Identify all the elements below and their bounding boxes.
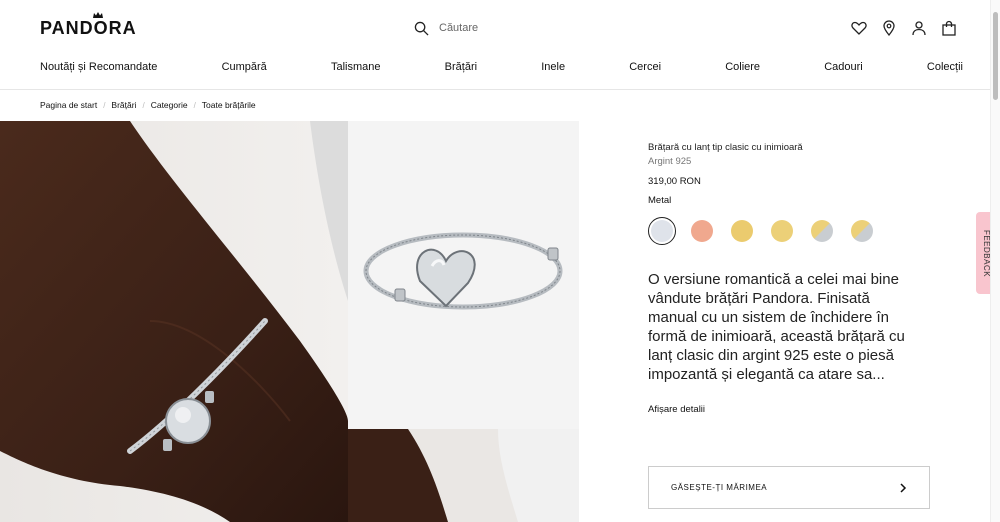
metal-swatch-color bbox=[771, 220, 793, 242]
show-details-link[interactable]: Afișare detalii bbox=[648, 404, 705, 415]
metal-swatch-color bbox=[811, 220, 833, 242]
nav-divider bbox=[0, 89, 990, 90]
site-header: PANDORA Căutare bbox=[0, 0, 990, 58]
nav-item[interactable]: Talismane bbox=[331, 58, 381, 90]
metal-swatch[interactable] bbox=[808, 217, 836, 245]
pandora-logo[interactable]: PANDORA bbox=[40, 18, 137, 39]
breadcrumb-item[interactable]: Pagina de start bbox=[40, 100, 97, 110]
nav-item[interactable]: Cercei bbox=[629, 58, 661, 90]
nav-item[interactable]: Inele bbox=[541, 58, 565, 90]
nav-item[interactable]: Noutăți și Recomandate bbox=[40, 58, 157, 90]
nav-item[interactable]: Cadouri bbox=[824, 58, 863, 90]
nav-item[interactable]: Colecții bbox=[927, 58, 963, 90]
location-pin-icon[interactable] bbox=[881, 20, 897, 36]
breadcrumb-separator: / bbox=[193, 100, 196, 110]
metal-swatch-color bbox=[731, 220, 753, 242]
search-input[interactable]: Căutare bbox=[439, 22, 478, 34]
metal-swatch[interactable] bbox=[648, 217, 676, 245]
scrollbar-thumb[interactable] bbox=[993, 12, 998, 100]
nav-item[interactable]: Cumpără bbox=[222, 58, 267, 90]
metal-swatch[interactable] bbox=[768, 217, 796, 245]
metal-swatch-color bbox=[851, 220, 873, 242]
chevron-right-icon bbox=[900, 482, 907, 493]
product-material: Argint 925 bbox=[648, 156, 692, 167]
metal-label: Metal bbox=[648, 195, 672, 206]
metal-swatches bbox=[648, 217, 876, 245]
product-image-main[interactable] bbox=[348, 121, 579, 429]
search-bar[interactable]: Căutare bbox=[414, 18, 478, 38]
metal-swatch[interactable] bbox=[848, 217, 876, 245]
heart-icon[interactable] bbox=[851, 20, 867, 36]
metal-swatch-color bbox=[691, 220, 713, 242]
nav-item[interactable]: Coliere bbox=[725, 58, 760, 90]
scrollbar[interactable] bbox=[990, 0, 1000, 522]
product-description: O versiune romantică a celei mai bine vâ… bbox=[648, 271, 905, 383]
header-icons bbox=[851, 20, 957, 36]
metal-swatch[interactable] bbox=[728, 217, 756, 245]
product-title: Brățară cu lanț tip clasic cu inimioară bbox=[648, 142, 803, 153]
find-size-label: GĂSEȘTE-ȚI MĂRIMEA bbox=[671, 483, 768, 492]
breadcrumb-separator: / bbox=[103, 100, 106, 110]
metal-swatch-color bbox=[651, 220, 673, 242]
breadcrumb-separator: / bbox=[142, 100, 145, 110]
breadcrumb-item[interactable]: Toate brățările bbox=[202, 100, 256, 110]
search-icon[interactable] bbox=[414, 21, 429, 36]
product-image-on-model[interactable] bbox=[0, 121, 348, 522]
product-price: 319,00 RON bbox=[648, 176, 701, 187]
breadcrumb-item[interactable]: Categorie bbox=[151, 100, 188, 110]
breadcrumb: Pagina de start / Brățări / Categorie / Toate … bbox=[40, 100, 256, 110]
main-nav: Noutăți și Recomandate Cumpără Talismane Br… bbox=[0, 58, 990, 90]
breadcrumb-item[interactable]: Brățări bbox=[111, 100, 136, 110]
find-size-button[interactable]: GĂSEȘTE-ȚI MĂRIMEA bbox=[648, 466, 930, 509]
user-icon[interactable] bbox=[911, 20, 927, 36]
crown-icon bbox=[93, 12, 103, 18]
metal-swatch[interactable] bbox=[688, 217, 716, 245]
bag-icon[interactable] bbox=[941, 20, 957, 36]
product-image-secondary[interactable] bbox=[348, 429, 579, 522]
product-info: Brățară cu lanț tip clasic cu inimioară … bbox=[648, 142, 938, 206]
nav-item[interactable]: Brățări bbox=[445, 58, 477, 90]
